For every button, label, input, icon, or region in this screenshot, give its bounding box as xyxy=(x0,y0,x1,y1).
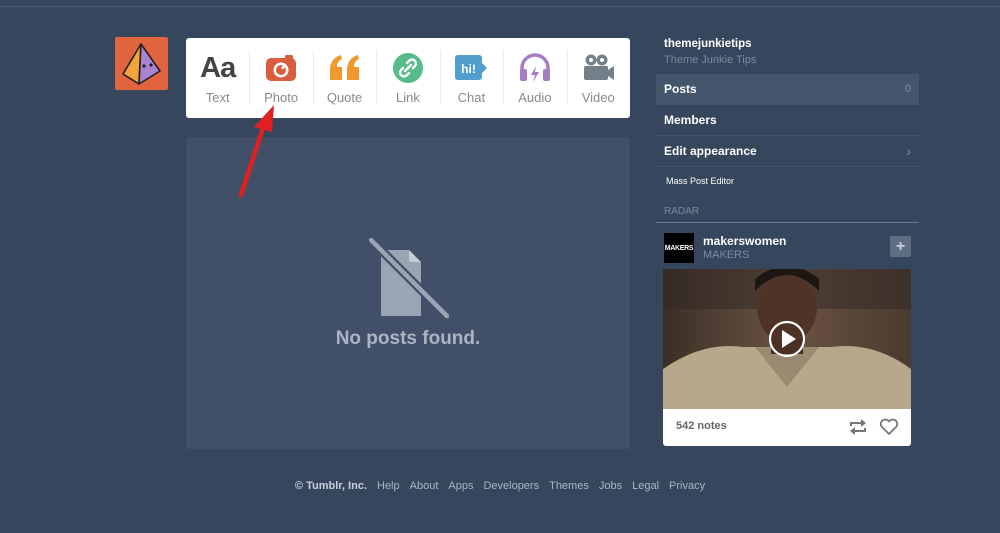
sidebar-blog-name[interactable]: themejunkietips xyxy=(664,38,752,50)
sidebar-blog-title: Theme Junkie Tips xyxy=(664,54,757,66)
post-type-label: Audio xyxy=(518,90,552,105)
video-thumbnail xyxy=(663,269,911,409)
footer-link-about[interactable]: About xyxy=(410,480,439,492)
radar-divider xyxy=(656,222,919,223)
post-type-label: Chat xyxy=(457,90,486,105)
sidebar-item-members[interactable]: Members xyxy=(656,105,919,136)
reblog-icon[interactable] xyxy=(848,418,868,436)
headphones-icon xyxy=(518,51,552,85)
footer-link-apps[interactable]: Apps xyxy=(448,480,473,492)
post-type-audio[interactable]: Audio xyxy=(503,38,566,118)
post-type-label: Quote xyxy=(326,90,363,105)
radar-blog-name[interactable]: makerswomen xyxy=(703,234,786,248)
top-divider xyxy=(0,6,1000,7)
sidebar-item-edit-appearance[interactable]: Edit appearance › xyxy=(656,136,919,167)
empty-state-text: No posts found. xyxy=(335,328,481,349)
post-type-label: Text xyxy=(205,90,230,105)
chevron-right-icon: › xyxy=(906,143,911,159)
footer-link-themes[interactable]: Themes xyxy=(549,480,589,492)
footer-link-developers[interactable]: Developers xyxy=(483,480,539,492)
radar-avatar-text: MAKERS xyxy=(664,244,694,252)
post-type-label: Video xyxy=(581,90,615,105)
follow-button[interactable]: + xyxy=(890,236,911,257)
footer: © Tumblr, Inc. Help About Apps Developer… xyxy=(0,480,1000,492)
notes-count[interactable]: 542 notes xyxy=(676,420,727,432)
text-aa-icon: Aa xyxy=(200,51,236,84)
heart-icon[interactable] xyxy=(879,418,899,436)
radar-blog-title: MAKERS xyxy=(703,249,750,261)
sidebar-menu: Posts 0 Members Edit appearance › Mass P… xyxy=(656,74,919,195)
radar-post-card: 542 notes xyxy=(663,269,911,446)
post-type-chat[interactable]: hi! Chat xyxy=(439,38,503,118)
footer-copyright: © Tumblr, Inc. xyxy=(294,480,367,492)
svg-text:hi!: hi! xyxy=(462,62,477,76)
chat-bubble-icon: hi! xyxy=(454,51,488,85)
camera-icon xyxy=(265,51,297,85)
post-type-link[interactable]: Link xyxy=(376,38,439,118)
sidebar-item-label: Mass Post Editor xyxy=(666,176,735,186)
annotation-arrow-icon xyxy=(238,105,274,198)
post-type-video[interactable]: Video xyxy=(566,38,630,118)
footer-link-help[interactable]: Help xyxy=(377,480,400,492)
quote-icon xyxy=(328,51,362,85)
video-camera-icon xyxy=(581,51,615,85)
posts-count: 0 xyxy=(904,83,911,95)
radar-avatar[interactable]: MAKERS xyxy=(664,233,694,263)
blog-avatar[interactable] xyxy=(115,37,168,90)
sidebar-item-label: Members xyxy=(664,113,717,127)
sidebar-item-posts[interactable]: Posts 0 xyxy=(656,74,919,105)
post-type-label: Link xyxy=(396,90,420,105)
radar-video[interactable] xyxy=(663,269,911,409)
sidebar-item-mass-post-editor[interactable]: Mass Post Editor xyxy=(656,167,919,195)
pyramid-avatar-icon xyxy=(122,43,161,85)
footer-link-jobs[interactable]: Jobs xyxy=(599,480,622,492)
sidebar-item-label: Posts xyxy=(664,82,697,96)
footer-link-privacy[interactable]: Privacy xyxy=(669,480,705,492)
sidebar-item-label: Edit appearance xyxy=(664,144,757,158)
footer-link-legal[interactable]: Legal xyxy=(632,480,659,492)
link-icon xyxy=(392,51,424,85)
no-document-icon xyxy=(369,238,449,320)
post-type-quote[interactable]: Quote xyxy=(312,38,376,118)
radar-heading: RADAR xyxy=(664,206,700,217)
